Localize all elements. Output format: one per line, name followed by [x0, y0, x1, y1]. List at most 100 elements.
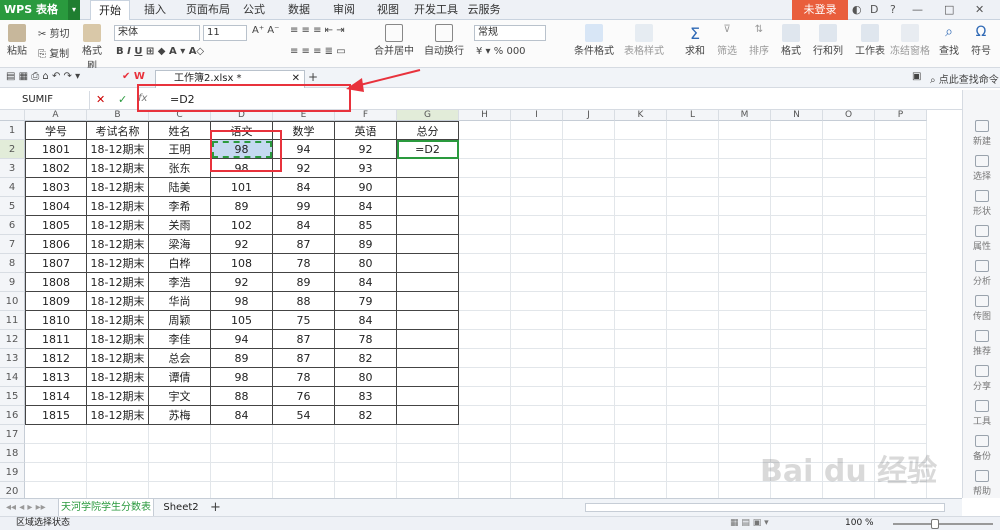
empty-cell[interactable] [875, 368, 927, 387]
close-icon[interactable]: ✕ [975, 3, 984, 16]
row-header[interactable]: 20 [0, 482, 25, 498]
empty-cell[interactable] [459, 349, 511, 368]
add-sheet-button[interactable]: + [210, 500, 221, 515]
share-icon[interactable]: D [870, 3, 878, 16]
row-header[interactable]: 11 [0, 311, 25, 330]
empty-cell[interactable] [335, 463, 397, 482]
header-cell[interactable]: 考试名称 [87, 121, 149, 140]
tab-home[interactable]: 开始 [90, 0, 130, 20]
empty-cell[interactable] [511, 387, 563, 406]
column-header[interactable]: B [87, 110, 149, 121]
data-cell[interactable]: 98 [211, 159, 273, 178]
tab-developer[interactable]: 开发工具 [414, 0, 458, 20]
view-mode-icons[interactable]: ▦ ▤ ▣ ▾ [730, 517, 769, 530]
empty-cell[interactable] [823, 292, 875, 311]
header-cell[interactable]: 学号 [25, 121, 87, 140]
data-cell[interactable]: 1807 [25, 254, 87, 273]
row-header[interactable]: 3 [0, 159, 25, 178]
empty-cell[interactable] [563, 311, 615, 330]
data-cell[interactable]: 93 [335, 159, 397, 178]
data-cell[interactable]: 1806 [25, 235, 87, 254]
empty-cell[interactable] [459, 273, 511, 292]
symbol-button[interactable]: Ω 符号 [966, 24, 996, 57]
empty-cell[interactable] [823, 197, 875, 216]
data-cell[interactable]: 92 [335, 140, 397, 159]
empty-cell[interactable] [667, 254, 719, 273]
row-header[interactable]: 19 [0, 463, 25, 482]
empty-cell[interactable] [667, 311, 719, 330]
empty-cell[interactable] [511, 368, 563, 387]
empty-cell[interactable] [563, 273, 615, 292]
empty-cell[interactable] [615, 425, 667, 444]
row-header[interactable]: 5 [0, 197, 25, 216]
data-cell[interactable] [397, 235, 459, 254]
empty-cell[interactable] [667, 140, 719, 159]
select-all-corner[interactable] [0, 110, 25, 121]
header-cell[interactable]: 英语 [335, 121, 397, 140]
empty-cell[interactable] [211, 425, 273, 444]
data-cell[interactable]: 87 [273, 349, 335, 368]
empty-cell[interactable] [335, 444, 397, 463]
data-cell[interactable]: 苏梅 [149, 406, 211, 425]
data-cell[interactable]: 18-12期末 [87, 330, 149, 349]
data-cell[interactable] [397, 406, 459, 425]
empty-cell[interactable] [667, 197, 719, 216]
data-cell[interactable]: 18-12期末 [87, 292, 149, 311]
freeze-button[interactable]: 冻结窗格 [890, 24, 930, 57]
new-tab-button[interactable]: + [308, 70, 318, 84]
empty-cell[interactable] [511, 235, 563, 254]
empty-cell[interactable] [459, 178, 511, 197]
column-header[interactable]: G [397, 110, 459, 121]
row-col-button[interactable]: 行和列 [808, 24, 848, 57]
empty-cell[interactable] [615, 159, 667, 178]
empty-cell[interactable] [667, 178, 719, 197]
empty-cell[interactable] [667, 463, 719, 482]
empty-cell[interactable] [823, 273, 875, 292]
empty-cell[interactable] [511, 159, 563, 178]
data-cell[interactable] [397, 273, 459, 292]
empty-cell[interactable] [563, 292, 615, 311]
data-cell[interactable]: 87 [273, 330, 335, 349]
row-header[interactable]: 12 [0, 330, 25, 349]
empty-cell[interactable] [615, 216, 667, 235]
empty-cell[interactable] [459, 197, 511, 216]
data-cell[interactable]: 54 [273, 406, 335, 425]
empty-cell[interactable] [459, 216, 511, 235]
data-cell[interactable]: 84 [273, 216, 335, 235]
column-header[interactable]: J [563, 110, 615, 121]
data-cell[interactable] [397, 178, 459, 197]
header-cell[interactable]: 姓名 [149, 121, 211, 140]
empty-cell[interactable] [273, 482, 335, 498]
empty-cell[interactable] [87, 425, 149, 444]
empty-cell[interactable] [875, 425, 927, 444]
empty-cell[interactable] [875, 216, 927, 235]
empty-cell[interactable] [771, 292, 823, 311]
format-button[interactable]: 格式 [776, 24, 806, 57]
column-header[interactable]: C [149, 110, 211, 121]
empty-cell[interactable] [459, 311, 511, 330]
empty-cell[interactable] [563, 368, 615, 387]
empty-cell[interactable] [667, 425, 719, 444]
data-cell[interactable]: 82 [335, 349, 397, 368]
data-cell[interactable]: 18-12期末 [87, 368, 149, 387]
empty-cell[interactable] [771, 387, 823, 406]
sidebar-item-3[interactable]: 属性 [963, 225, 1000, 252]
empty-cell[interactable] [87, 463, 149, 482]
empty-cell[interactable] [875, 159, 927, 178]
data-cell[interactable]: 1811 [25, 330, 87, 349]
header-cell[interactable]: 数学 [273, 121, 335, 140]
column-header[interactable]: P [875, 110, 927, 121]
empty-cell[interactable] [719, 292, 771, 311]
zoom-thumb[interactable] [931, 519, 939, 529]
empty-cell[interactable] [875, 121, 927, 140]
data-cell[interactable]: 1812 [25, 349, 87, 368]
empty-cell[interactable] [563, 387, 615, 406]
zoom-slider[interactable] [893, 519, 993, 529]
data-cell[interactable]: 关雨 [149, 216, 211, 235]
empty-cell[interactable] [459, 387, 511, 406]
empty-cell[interactable] [823, 349, 875, 368]
row-header[interactable]: 10 [0, 292, 25, 311]
empty-cell[interactable] [459, 444, 511, 463]
empty-cell[interactable] [875, 254, 927, 273]
empty-cell[interactable] [667, 406, 719, 425]
